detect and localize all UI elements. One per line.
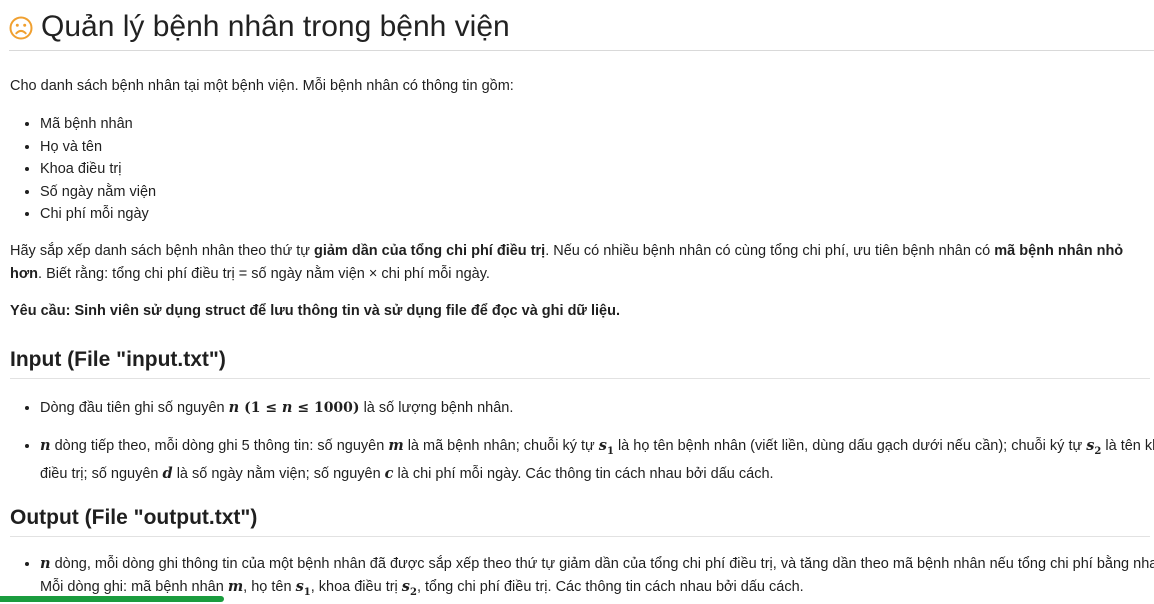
math-var: c — [384, 464, 394, 482]
list-item: Số ngày nằm viện — [40, 181, 156, 204]
text-span: Hãy sắp xếp danh sách bệnh nhân theo thứ… — [10, 243, 314, 259]
text-span: , họ tên — [243, 578, 296, 595]
text-span: , tổng chi phí điều trị. Các thông tin c… — [416, 578, 804, 595]
math-var: m — [388, 436, 404, 454]
list-item: Mã bệnh nhân — [40, 113, 156, 136]
math-subscript: 1 — [303, 586, 311, 598]
text-span: dòng tiếp theo, mỗi dòng ghi 5 thông tin… — [50, 437, 389, 454]
text-span: là số ngày nằm viện; số nguyên — [172, 465, 385, 482]
text-span: là họ tên bệnh nhân (viết liền, dùng dấu… — [613, 437, 1087, 454]
intro-text: Cho danh sách bệnh nhân tại một bệnh việ… — [10, 78, 514, 94]
math-var: d — [162, 464, 173, 482]
input-list: Dòng đầu tiên ghi số nguyên n (1 ≤ n ≤ 1… — [10, 397, 1154, 500]
math-text: (1 ≤ — [239, 400, 282, 416]
list-item: Họ và tên — [40, 136, 156, 159]
math-text: ≤ 1000) — [292, 400, 360, 416]
title-row: Quản lý bệnh nhân trong bệnh viện — [9, 4, 1154, 51]
text-span: . Biết rằng: tổng chi phí điều trị = số … — [38, 265, 490, 282]
list-item: n dòng tiếp theo, mỗi dòng ghi 5 thông t… — [40, 435, 1154, 486]
list-item: Khoa điều trị — [40, 158, 156, 181]
math-var: m — [227, 577, 244, 595]
sad-face-icon — [9, 16, 33, 40]
requirement-text: Yêu cầu: Sinh viên sử dụng struct để lưu… — [10, 303, 620, 319]
math-var: n — [228, 399, 240, 416]
output-heading: Output (File "output.txt") — [10, 506, 1150, 537]
math-var: s — [295, 577, 304, 595]
page-progress-bar — [0, 596, 224, 602]
math-var: s — [598, 436, 607, 454]
bold-text: giảm dần của tổng chi phí điều trị — [313, 243, 546, 259]
math-subscript: 2 — [409, 586, 417, 598]
text-span: Dòng đầu tiên ghi số nguyên — [40, 400, 229, 416]
text-span: , khoa điều trị — [310, 578, 402, 595]
text-span: là số lượng bệnh nhân. — [359, 400, 514, 416]
list-item: Dòng đầu tiên ghi số nguyên n (1 ≤ n ≤ 1… — [40, 397, 1154, 420]
math-var: n — [281, 399, 293, 416]
math-var: s — [401, 577, 410, 595]
input-heading: Input (File "input.txt") — [10, 348, 1150, 379]
text-span: là mã bệnh nhân; chuỗi ký tự — [403, 437, 599, 454]
task-description: Hãy sắp xếp danh sách bệnh nhân theo thứ… — [10, 240, 1135, 285]
math-var: n — [40, 555, 51, 572]
patient-fields-list: Mã bệnh nhân Họ và tên Khoa điều trị Số … — [10, 113, 156, 226]
list-item: Chi phí mỗi ngày — [40, 203, 156, 226]
page-title: Quản lý bệnh nhân trong bệnh viện — [41, 10, 510, 43]
math-subscript: 1 — [606, 445, 614, 457]
text-span: . Nếu có nhiều bệnh nhân có cùng tổng ch… — [545, 243, 995, 259]
text-span: là chi phí mỗi ngày. Các thông tin cách … — [393, 465, 774, 482]
math-var: n — [40, 436, 51, 454]
